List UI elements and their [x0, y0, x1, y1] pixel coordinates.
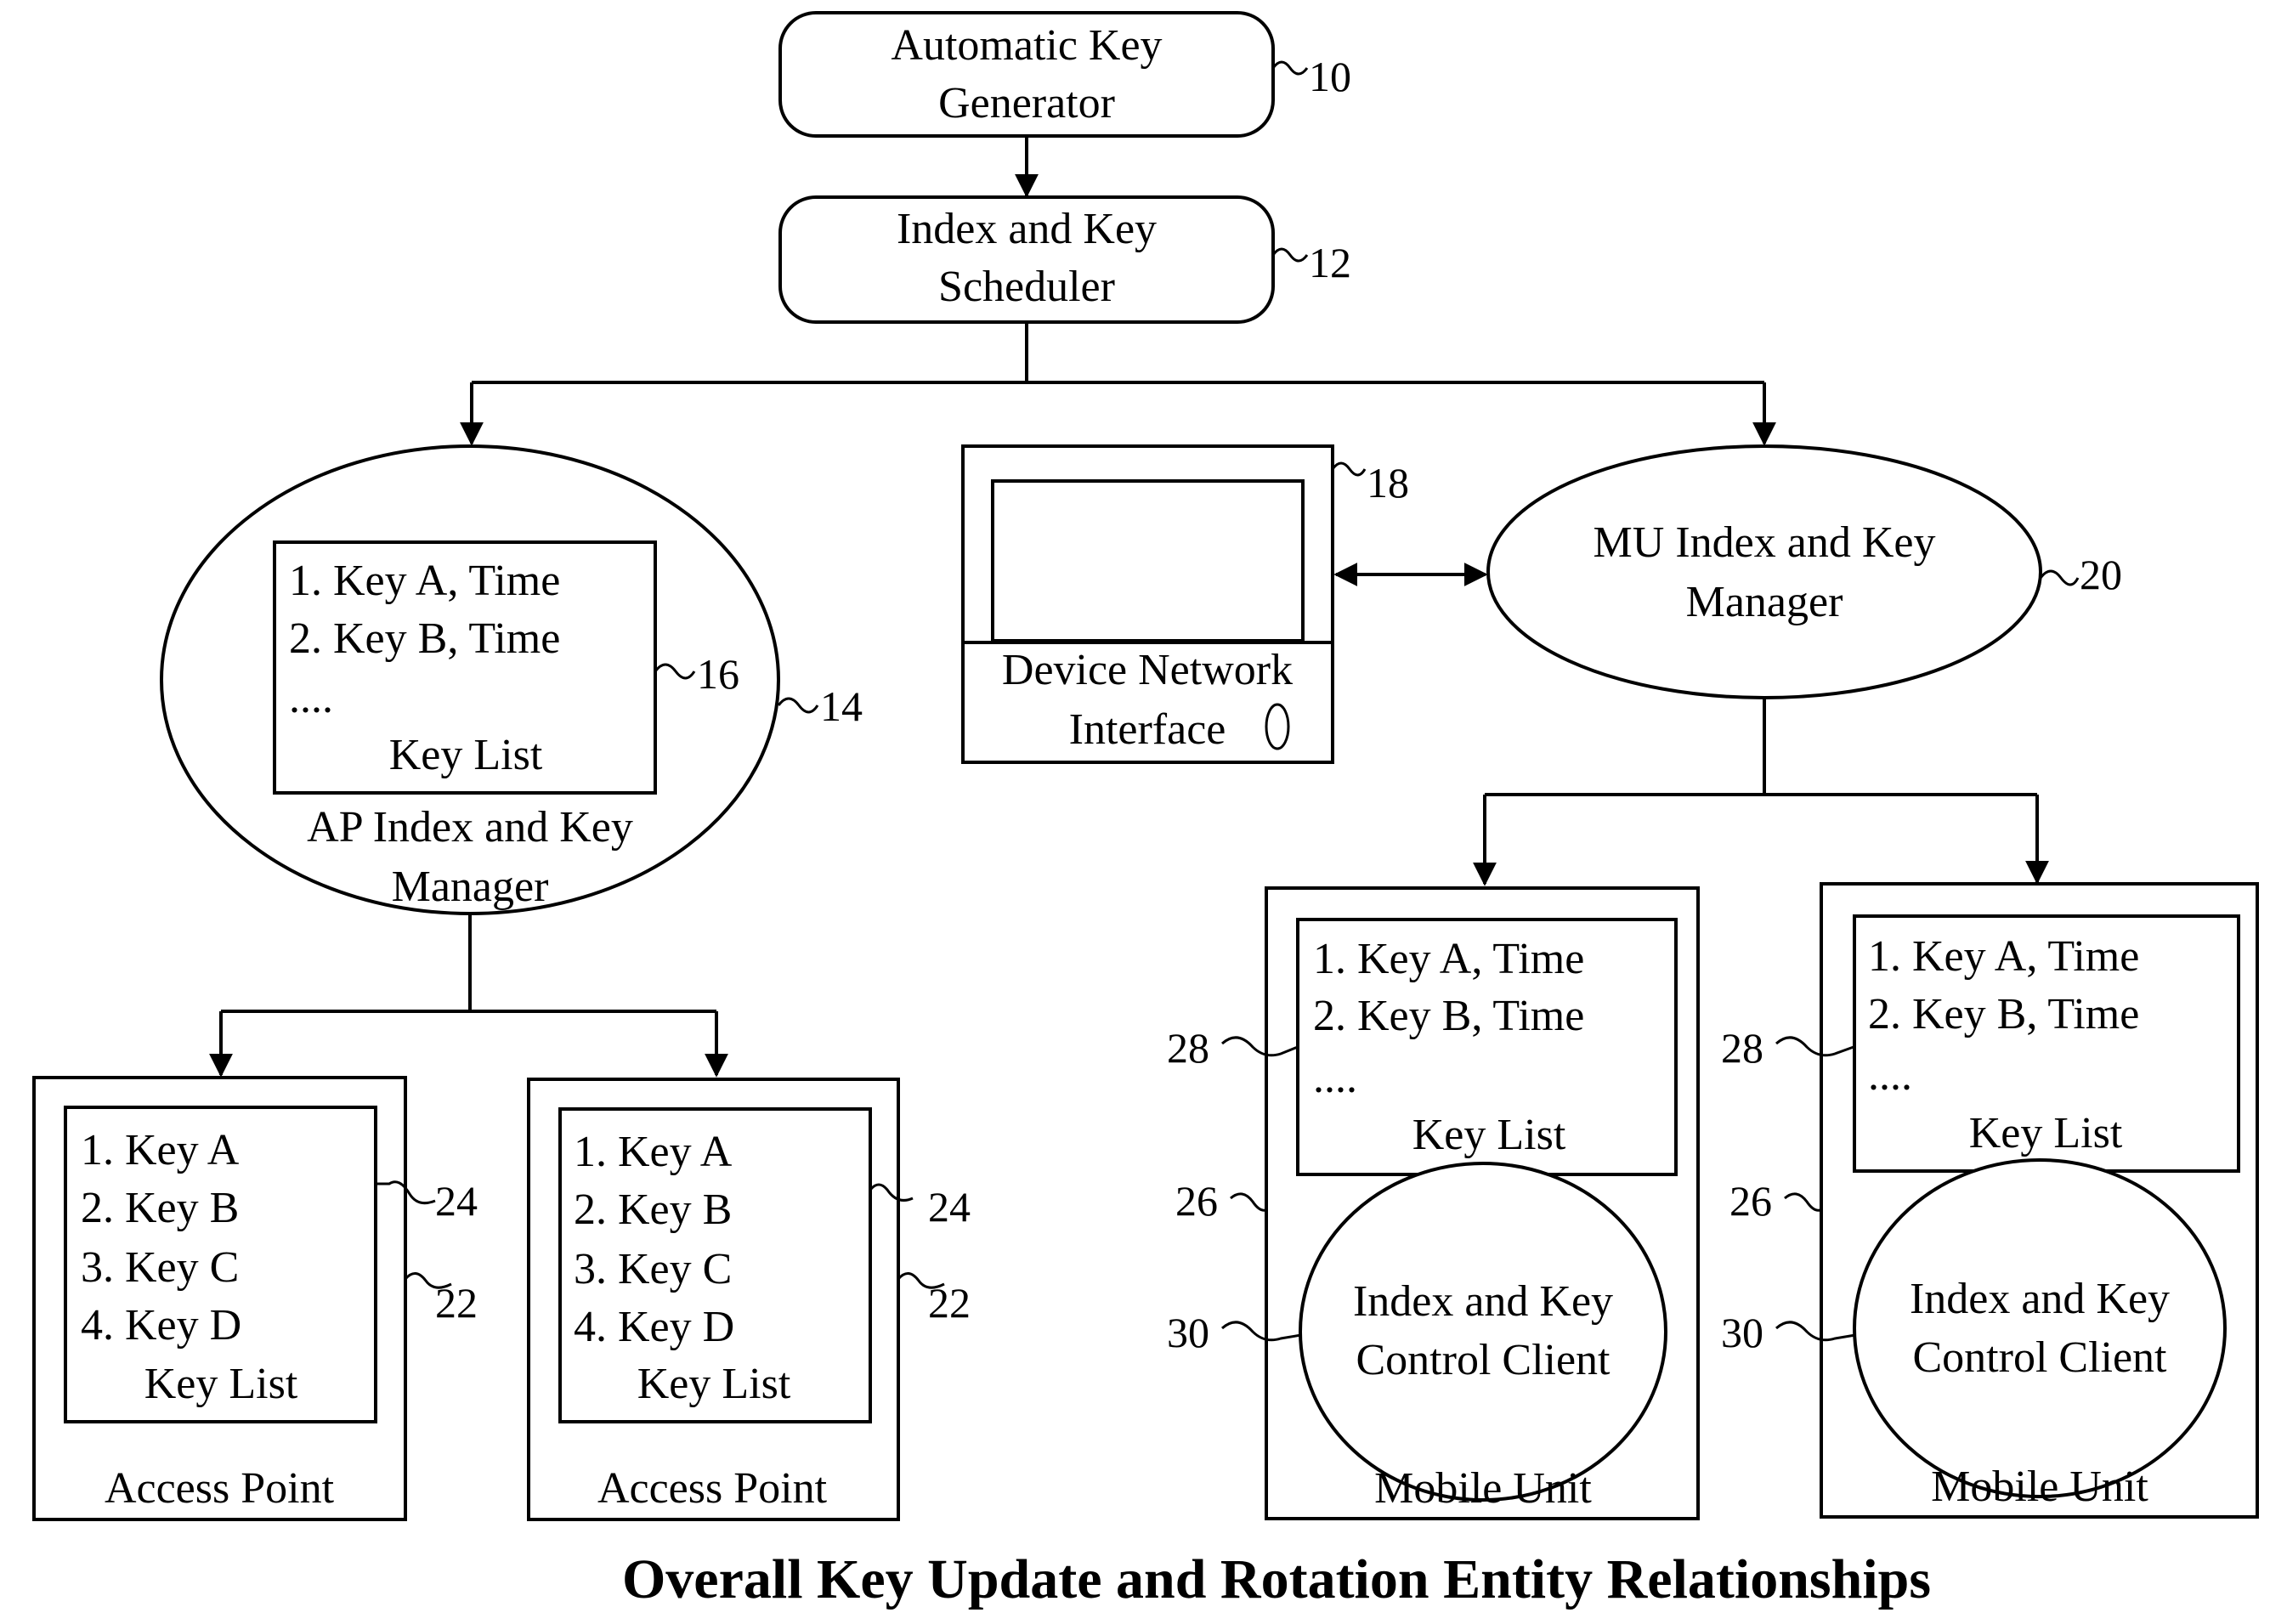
ap2-key-list-item: 4. Key D	[574, 1303, 734, 1351]
ref-numeral-28: 28	[1721, 1024, 1763, 1072]
mu1-key-list-item: 2. Key B, Time	[1313, 992, 1584, 1040]
mu1-control-client-ellipse	[1299, 1162, 1667, 1502]
key-generator-node: Automatic Key Generator 10	[778, 11, 1351, 138]
ap-key-list-item: 2. Key B, Time	[289, 614, 560, 663]
mu1-label: Mobile Unit	[1374, 1464, 1592, 1513]
ref-leader-12	[1271, 247, 1309, 263]
ap1-key-list-item: 3. Key C	[81, 1243, 239, 1292]
ref-numeral-26: 26	[1175, 1177, 1218, 1225]
scheduler-label-line2: Scheduler	[938, 263, 1115, 311]
key-generator-label-line1: Automatic Key	[891, 21, 1162, 70]
ap-key-list-caption: Key List	[389, 731, 543, 779]
ref-numeral-16: 16	[697, 650, 739, 698]
ref-numeral-26: 26	[1729, 1177, 1772, 1225]
ref-leader-26	[1784, 1192, 1821, 1212]
mu-manager-label-line2: Manager	[1686, 578, 1843, 626]
mu1-key-list-item: 1. Key A, Time	[1313, 935, 1584, 983]
mu2-key-list-item: ....	[1868, 1051, 1912, 1100]
ap1-label: Access Point	[105, 1464, 335, 1513]
mu1-key-list-caption: Key List	[1412, 1111, 1566, 1159]
ref-numeral-30: 30	[1721, 1309, 1763, 1356]
mu2-client-label-line1: Index and Key	[1910, 1275, 2170, 1323]
figure-title: Overall Key Update and Rotation Entity R…	[622, 1548, 1931, 1610]
ref-numeral-22: 22	[928, 1279, 971, 1327]
ref-numeral-20: 20	[2080, 551, 2122, 598]
ap1-key-list-item: 1. Key A	[81, 1126, 240, 1174]
access-point-2: 1. Key A 2. Key B 3. Key C 4. Key D Key …	[527, 1078, 971, 1521]
ref-leader-20	[2039, 569, 2080, 586]
ref-numeral-24: 24	[435, 1177, 478, 1225]
mobile-unit-2: 1. Key A, Time 2. Key B, Time .... Key L…	[1721, 882, 2259, 1519]
ap2-key-list-item: 2. Key B	[574, 1185, 732, 1234]
scheduler-branch-connector	[460, 322, 1776, 446]
mobile-unit-1: 1. Key A, Time 2. Key B, Time .... Key L…	[1167, 886, 1700, 1520]
ap-manager-branch-connector	[209, 914, 728, 1078]
ref-numeral-14: 14	[820, 682, 863, 730]
device-screen	[991, 479, 1305, 642]
ref-numeral-24: 24	[928, 1183, 971, 1231]
ref-numeral-28: 28	[1167, 1024, 1209, 1072]
scheduler-node: Index and Key Scheduler 12	[778, 195, 1351, 324]
mu2-control-client-ellipse	[1853, 1158, 2227, 1498]
ap-key-list-item: ....	[289, 674, 333, 722]
ap2-key-list-caption: Key List	[637, 1360, 791, 1408]
mu1-client-label-line2: Control Client	[1356, 1336, 1611, 1384]
ap1-key-list-item: 4. Key D	[81, 1301, 241, 1350]
ap-manager-node: 1. Key A, Time 2. Key B, Time .... Key L…	[160, 444, 863, 915]
mu2-key-list-item: 1. Key A, Time	[1868, 932, 2139, 981]
mu1-client-label-line1: Index and Key	[1353, 1277, 1613, 1326]
scheduler-label-line1: Index and Key	[897, 205, 1157, 253]
ap-key-list-item: 1. Key A, Time	[289, 557, 560, 605]
diagram-canvas: Automatic Key Generator 10 Index and Key…	[32, 11, 2259, 1610]
ref-leader-10	[1271, 60, 1309, 76]
device-label-line2: Interface	[1069, 705, 1226, 754]
mu-manager-ellipse	[1486, 444, 2042, 699]
key-generator-label-line2: Generator	[938, 79, 1115, 127]
mu2-label: Mobile Unit	[1931, 1463, 2148, 1511]
device-network-interface-node: Device Network Interface 18	[961, 444, 1409, 764]
mu1-key-list-item: ....	[1313, 1054, 1357, 1102]
access-point-1: 1. Key A 2. Key B 3. Key C 4. Key D Key …	[32, 1076, 478, 1521]
ap1-key-list-caption: Key List	[144, 1360, 298, 1408]
ref-numeral-30: 30	[1167, 1309, 1209, 1356]
mu-manager-label-line1: MU Index and Key	[1594, 518, 1936, 567]
ap-manager-label-line2: Manager	[392, 863, 549, 911]
ref-leader-14	[777, 697, 819, 714]
ap2-label: Access Point	[597, 1464, 828, 1513]
ap-manager-label-line1: AP Index and Key	[307, 803, 633, 852]
ref-leader-26	[1230, 1192, 1267, 1212]
mu-manager-node: MU Index and Key Manager 20	[1486, 444, 2122, 699]
device-label-line1: Device Network	[1002, 646, 1293, 694]
ap1-key-list-item: 2. Key B	[81, 1184, 239, 1232]
mu2-key-list-item: 2. Key B, Time	[1868, 990, 2139, 1038]
mu2-key-list-caption: Key List	[1969, 1109, 2123, 1157]
ref-numeral-10: 10	[1309, 53, 1351, 100]
ap2-key-list-item: 3. Key C	[574, 1245, 732, 1293]
ap2-key-list-item: 1. Key A	[574, 1128, 733, 1176]
ref-numeral-12: 12	[1309, 239, 1351, 286]
mu-manager-branch-connector	[1473, 698, 2049, 886]
mu2-client-label-line2: Control Client	[1913, 1333, 2168, 1382]
ref-numeral-18: 18	[1367, 459, 1409, 506]
ref-numeral-22: 22	[435, 1279, 478, 1327]
ref-leader-18	[1331, 461, 1367, 477]
